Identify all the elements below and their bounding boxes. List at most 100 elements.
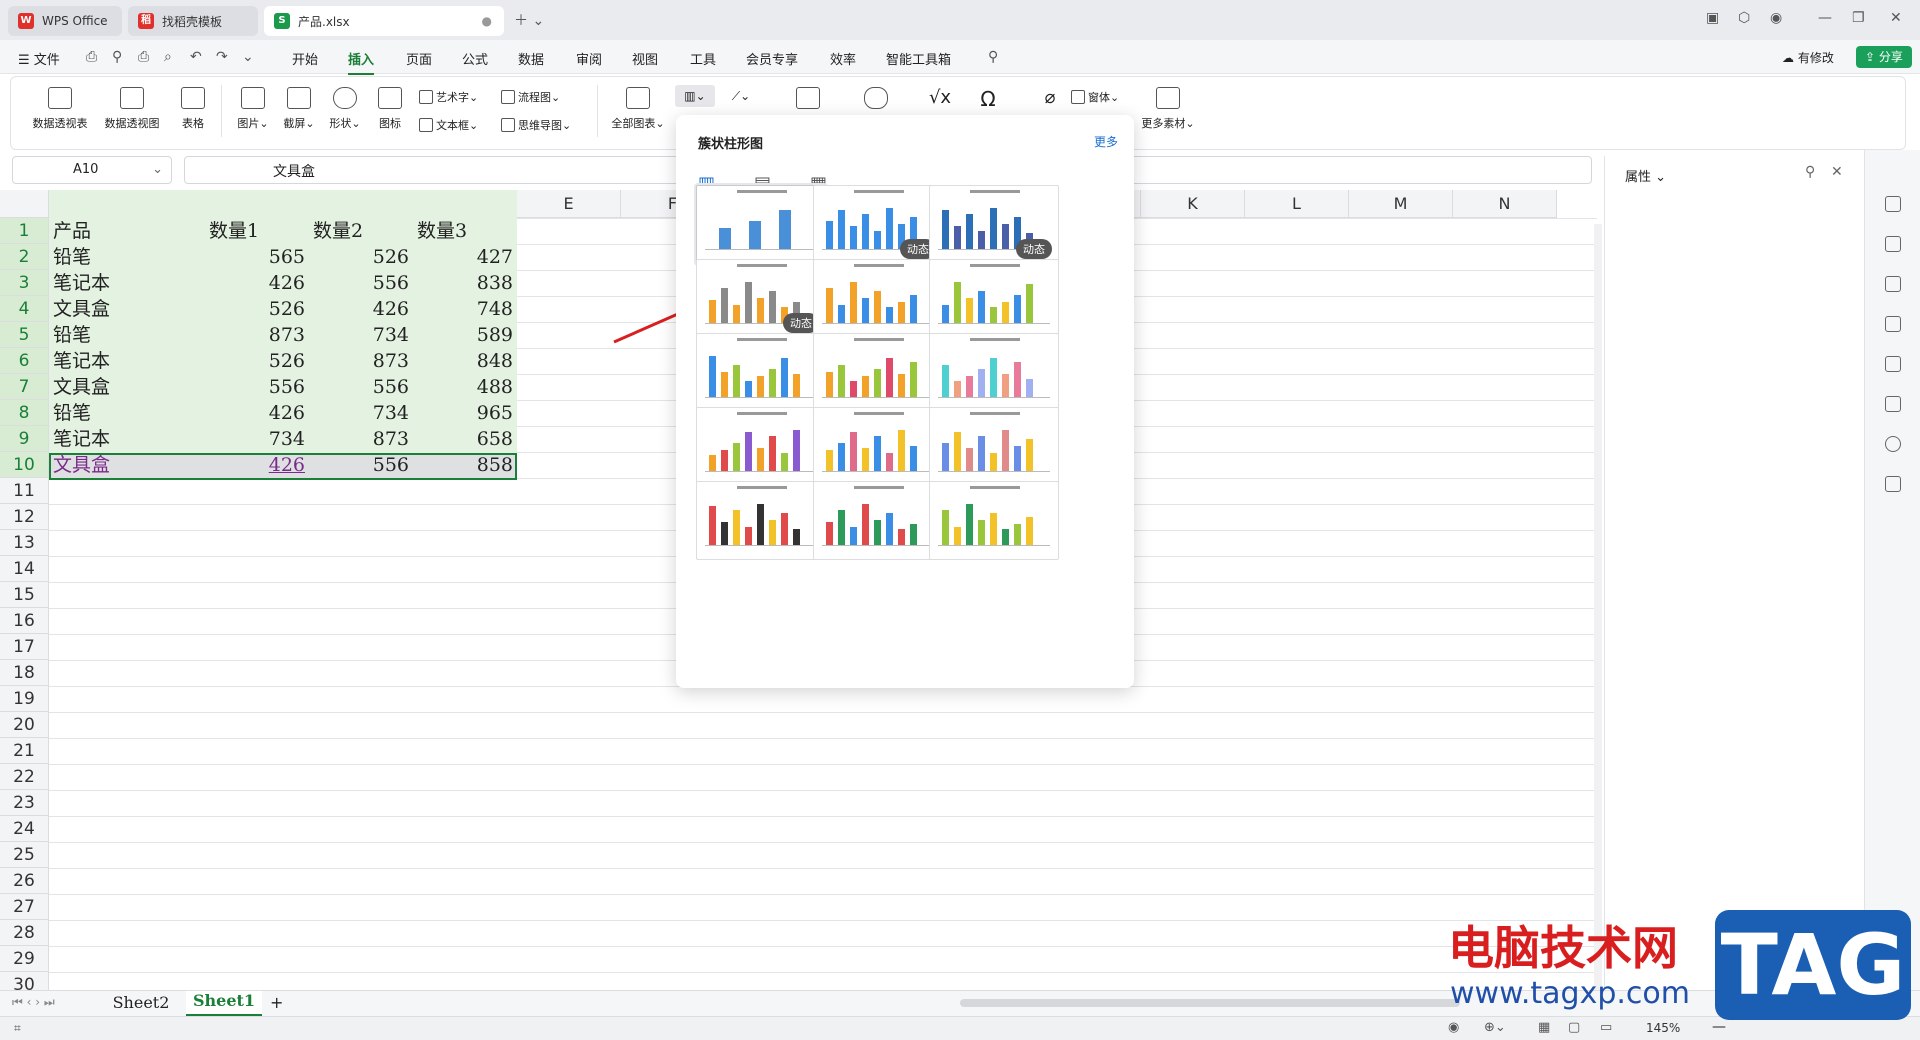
table-cell[interactable]: 526: [313, 244, 409, 270]
row-header[interactable]: 19: [0, 686, 49, 712]
row-header[interactable]: 15: [0, 582, 49, 608]
table-cell[interactable]: 556: [313, 270, 409, 296]
more-link[interactable]: 更多: [1094, 133, 1118, 150]
row-header[interactable]: 24: [0, 816, 49, 842]
column-header[interactable]: N: [1453, 190, 1557, 218]
settings-sliders-icon[interactable]: [1885, 236, 1901, 252]
minimize-icon[interactable]: —: [1818, 10, 1832, 26]
undo-icon[interactable]: ↶: [190, 49, 202, 65]
find-icon[interactable]: ⚲: [112, 49, 122, 65]
row-header[interactable]: 3: [0, 270, 49, 296]
table-cell[interactable]: 铅笔: [53, 400, 201, 426]
table-cell[interactable]: 427: [417, 244, 513, 270]
table-cell[interactable]: 产品: [53, 218, 201, 244]
add-sheet-icon[interactable]: +: [270, 993, 283, 1012]
flowchart-button[interactable]: 流程图 ⌄: [501, 89, 560, 105]
icon-button[interactable]: 图标: [373, 87, 407, 131]
chart-template-thumbnail[interactable]: [813, 333, 943, 412]
chart-template-thumbnail[interactable]: [813, 481, 943, 560]
table-cell[interactable]: 铅笔: [53, 322, 201, 348]
table-cell[interactable]: 748: [417, 296, 513, 322]
break-view-icon[interactable]: ▭: [1600, 1020, 1612, 1035]
location-icon[interactable]: ⊕⌄: [1484, 1020, 1506, 1035]
link-button[interactable]: [861, 87, 891, 115]
row-header[interactable]: 27: [0, 894, 49, 920]
zoom-out-icon[interactable]: —: [1712, 1019, 1726, 1035]
more-material-button[interactable]: 更多素材⌄: [1135, 87, 1201, 131]
share-button[interactable]: ⇪ 分享: [1856, 46, 1912, 68]
vertical-scrollbar[interactable]: [1594, 224, 1602, 994]
row-header[interactable]: 6: [0, 348, 49, 374]
row-header[interactable]: 25: [0, 842, 49, 868]
row-header[interactable]: 1: [0, 218, 49, 244]
chart-template-thumbnail[interactable]: [929, 333, 1059, 412]
table-cell[interactable]: 526: [209, 296, 305, 322]
picture-button[interactable]: 图片⌄: [233, 87, 273, 131]
image-tool-icon[interactable]: [1885, 316, 1901, 332]
table-cell[interactable]: 873: [313, 348, 409, 374]
menu-tools[interactable]: 工具: [690, 49, 716, 68]
table-cell[interactable]: 铅笔: [53, 244, 201, 270]
line-chart-dropdown[interactable]: ⟋⌄: [723, 85, 759, 107]
select-icon[interactable]: [1885, 196, 1901, 212]
modified-status[interactable]: ☁ 有修改: [1782, 49, 1834, 66]
table-cell[interactable]: 文具盒: [53, 452, 201, 478]
book-icon[interactable]: [1885, 396, 1901, 412]
row-header[interactable]: 4: [0, 296, 49, 322]
pin-icon[interactable]: ⚲: [1805, 164, 1815, 180]
layout-icon[interactable]: ▣: [1706, 10, 1719, 26]
row-header[interactable]: 12: [0, 504, 49, 530]
row-header[interactable]: 18: [0, 660, 49, 686]
table-button[interactable]: 表格: [175, 87, 211, 131]
table-cell[interactable]: 数量1: [209, 218, 305, 244]
table-cell[interactable]: 笔记本: [53, 426, 201, 452]
row-header[interactable]: 10: [0, 452, 49, 478]
table-cell[interactable]: 734: [209, 426, 305, 452]
close-icon[interactable]: ✕: [1890, 10, 1902, 26]
tab-document[interactable]: S 产品.xlsx ●: [264, 6, 504, 36]
table-cell[interactable]: 488: [417, 374, 513, 400]
sheet-nav-icon[interactable]: ⏮ ‹ › ⏭: [12, 995, 55, 1010]
column-header[interactable]: K: [1141, 190, 1245, 218]
row-header[interactable]: 13: [0, 530, 49, 556]
table-cell[interactable]: 734: [313, 322, 409, 348]
panel-title[interactable]: 属性 ⌄: [1625, 166, 1666, 185]
row-header[interactable]: 2: [0, 244, 49, 270]
table-cell[interactable]: 数量3: [417, 218, 513, 244]
horizontal-scrollbar[interactable]: [960, 999, 1460, 1007]
table-cell[interactable]: 565: [209, 244, 305, 270]
redo-icon[interactable]: ↷: [216, 49, 228, 65]
wordart-button[interactable]: 艺术字 ⌄: [419, 89, 478, 105]
table-cell[interactable]: 734: [313, 400, 409, 426]
table-cell[interactable]: 965: [417, 400, 513, 426]
macro-icon[interactable]: ⌗: [14, 1021, 21, 1036]
zoom-level[interactable]: 145%: [1646, 1021, 1680, 1035]
chart-template-thumbnail[interactable]: [813, 259, 943, 338]
column-chart-dropdown[interactable]: ▥⌄: [675, 85, 715, 107]
table-cell[interactable]: 426: [209, 270, 305, 296]
table-cell[interactable]: 848: [417, 348, 513, 374]
more-options-icon[interactable]: [1885, 476, 1901, 492]
page-view-icon[interactable]: ▢: [1568, 1020, 1580, 1035]
row-header[interactable]: 21: [0, 738, 49, 764]
table-cell[interactable]: 526: [209, 348, 305, 374]
row-header[interactable]: 16: [0, 608, 49, 634]
row-header[interactable]: 9: [0, 426, 49, 452]
menu-smart-toolbox[interactable]: 智能工具箱: [886, 49, 951, 68]
row-header[interactable]: 29: [0, 946, 49, 972]
chart-template-thumbnail[interactable]: [696, 333, 826, 412]
table-cell[interactable]: 文具盒: [53, 296, 201, 322]
menu-page[interactable]: 页面: [406, 49, 432, 68]
table-cell[interactable]: 文具盒: [53, 374, 201, 400]
chart-template-thumbnail[interactable]: [696, 407, 826, 486]
chart-template-thumbnail[interactable]: 动态: [813, 185, 943, 264]
unsaved-dot-icon[interactable]: ●: [482, 14, 492, 28]
table-cell[interactable]: 873: [209, 322, 305, 348]
menu-view[interactable]: 视图: [632, 49, 658, 68]
select-all-corner[interactable]: [0, 190, 49, 218]
pivot-table-button[interactable]: 数据透视表: [29, 87, 91, 131]
search-icon[interactable]: ⚲: [988, 49, 998, 65]
row-header[interactable]: 28: [0, 920, 49, 946]
pivot-chart-button[interactable]: 数据透视图: [101, 87, 163, 131]
row-header[interactable]: 17: [0, 634, 49, 660]
